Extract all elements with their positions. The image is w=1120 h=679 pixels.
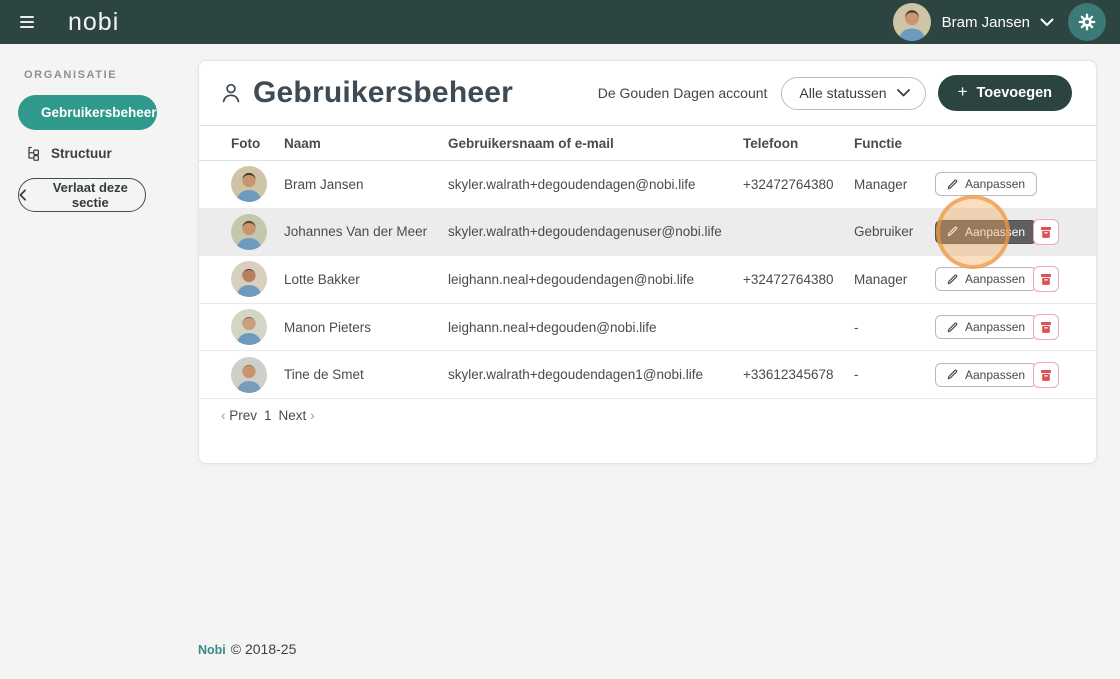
hamburger-menu-icon[interactable] — [14, 7, 48, 37]
leave-section-button[interactable]: Verlaat deze sectie — [18, 178, 146, 212]
edit-user-button[interactable]: Aanpassen — [935, 315, 1037, 339]
page-title: Gebruikersbeheer — [253, 76, 513, 110]
pencil-icon — [947, 274, 958, 285]
edit-button-label: Aanpassen — [965, 368, 1025, 382]
user-email-cell: skyler.walrath+degoudendagenuser@nobi.li… — [448, 224, 743, 239]
edit-user-button[interactable]: Aanpassen — [935, 220, 1037, 244]
table-header-row: Foto Naam Gebruikersnaam of e-mail Telef… — [199, 125, 1096, 161]
trash-icon — [1039, 320, 1053, 334]
user-email-cell: skyler.walrath+degoudendagen@nobi.life — [448, 177, 743, 192]
pencil-icon — [947, 369, 958, 380]
leave-section-label: Verlaat deze sectie — [36, 180, 145, 210]
user-phone-cell: +33612345678 — [743, 367, 854, 382]
table-row: Tine de Smet skyler.walrath+degoudendage… — [199, 351, 1096, 399]
user-name-cell: Lotte Bakker — [284, 272, 448, 287]
user-photo — [231, 261, 284, 297]
user-name-cell: Johannes Van der Meer — [284, 224, 448, 239]
add-user-button[interactable]: + Toevoegen — [938, 75, 1072, 111]
user-role-cell: - — [854, 320, 935, 335]
pencil-icon — [947, 322, 958, 333]
structure-icon — [26, 146, 41, 161]
user-photo — [231, 357, 284, 393]
gear-icon — [1077, 12, 1097, 32]
table-row: Bram Jansen skyler.walrath+degoudendagen… — [199, 161, 1096, 209]
user-management-panel: Gebruikersbeheer De Gouden Dagen account… — [198, 60, 1097, 464]
user-email-cell: skyler.walrath+degoudendagen1@nobi.life — [448, 367, 743, 382]
delete-user-button[interactable] — [1033, 219, 1059, 245]
delete-user-button[interactable] — [1033, 266, 1059, 292]
user-icon — [219, 81, 243, 105]
user-phone-cell: +32472764380 — [743, 177, 854, 192]
column-header-email: Gebruikersnaam of e-mail — [448, 136, 743, 151]
settings-button[interactable] — [1068, 3, 1106, 41]
topbar: nobi Bram Jansen — [0, 0, 1120, 44]
column-header-functie: Functie — [854, 136, 935, 151]
footer-brand-link[interactable]: Nobi — [198, 643, 226, 657]
user-role-cell: Gebruiker — [854, 224, 935, 239]
user-email-cell: leighann.neal+degoudendagen@nobi.life — [448, 272, 743, 287]
user-role-cell: Manager — [854, 272, 935, 287]
sidebar-item-gebruikersbeheer[interactable]: Gebruikersbeheer — [18, 95, 157, 130]
edit-button-label: Aanpassen — [965, 177, 1025, 191]
pagination-next[interactable]: Next › — [279, 408, 315, 423]
user-name-cell: Manon Pieters — [284, 320, 448, 335]
status-filter-value: Alle statussen — [799, 85, 886, 101]
status-filter-select[interactable]: Alle statussen — [781, 77, 925, 110]
user-name[interactable]: Bram Jansen — [942, 14, 1030, 31]
column-header-telefoon: Telefoon — [743, 136, 854, 151]
plus-icon: + — [958, 82, 968, 102]
table-row: Manon Pieters leighann.neal+degouden@nob… — [199, 304, 1096, 352]
edit-button-label: Aanpassen — [965, 272, 1025, 286]
sidebar: ORGANISATIE Gebruikersbeheer Structuur V… — [0, 44, 198, 212]
edit-user-button[interactable]: Aanpassen — [935, 267, 1037, 291]
user-phone-cell: +32472764380 — [743, 272, 854, 287]
user-photo — [231, 214, 284, 250]
chevron-down-icon[interactable] — [1040, 18, 1054, 27]
pagination-prev[interactable]: ‹ Prev — [221, 408, 257, 423]
user-photo — [231, 309, 284, 345]
nobi-logo: nobi — [68, 8, 119, 37]
sidebar-item-label: Gebruikersbeheer — [41, 105, 157, 120]
table-row: Johannes Van der Meer skyler.walrath+deg… — [199, 209, 1096, 257]
delete-user-button[interactable] — [1033, 362, 1059, 388]
column-header-foto: Foto — [231, 136, 284, 151]
edit-button-label: Aanpassen — [965, 225, 1025, 239]
sidebar-item-label: Structuur — [51, 146, 112, 161]
user-role-cell: Manager — [854, 177, 935, 192]
trash-icon — [1039, 368, 1053, 382]
pencil-icon — [947, 179, 958, 190]
edit-button-label: Aanpassen — [965, 320, 1025, 334]
user-name-cell: Bram Jansen — [284, 177, 448, 192]
footer-copyright: © 2018-25 — [231, 641, 297, 657]
sidebar-section-label: ORGANISATIE — [24, 69, 198, 81]
add-button-label: Toevoegen — [977, 85, 1052, 101]
chevron-down-icon — [897, 89, 910, 97]
table-row: Lotte Bakker leighann.neal+degoudendagen… — [199, 256, 1096, 304]
trash-icon — [1039, 272, 1053, 286]
user-role-cell: - — [854, 367, 935, 382]
user-name-cell: Tine de Smet — [284, 367, 448, 382]
edit-user-button[interactable]: Aanpassen — [935, 363, 1037, 387]
footer: Nobi © 2018-25 — [198, 641, 296, 657]
trash-icon — [1039, 225, 1053, 239]
pencil-icon — [947, 226, 958, 237]
delete-user-button[interactable] — [1033, 314, 1059, 340]
pagination: ‹ Prev 1 Next › — [221, 408, 1096, 423]
panel-header: Gebruikersbeheer De Gouden Dagen account… — [199, 61, 1096, 125]
account-label: De Gouden Dagen account — [598, 85, 768, 101]
user-avatar[interactable] — [893, 3, 931, 41]
user-photo — [231, 166, 284, 202]
user-email-cell: leighann.neal+degouden@nobi.life — [448, 320, 743, 335]
sidebar-item-structuur[interactable]: Structuur — [18, 140, 198, 166]
pagination-page-1[interactable]: 1 — [264, 408, 272, 423]
column-header-naam: Naam — [284, 136, 448, 151]
chevron-left-icon — [19, 189, 27, 201]
edit-user-button[interactable]: Aanpassen — [935, 172, 1037, 196]
